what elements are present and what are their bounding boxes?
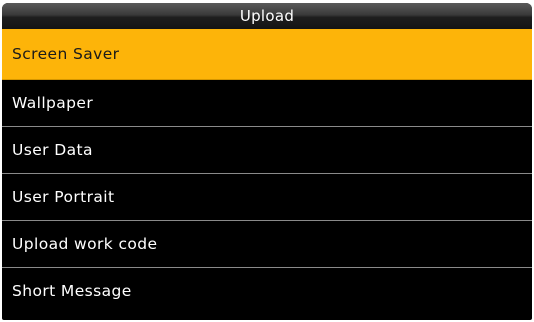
menu-item-user-data[interactable]: User Data — [2, 127, 532, 174]
upload-menu: Screen Saver Wallpaper User Data User Po… — [2, 29, 532, 315]
menu-item-upload-work-code[interactable]: Upload work code — [2, 221, 532, 268]
menu-item-wallpaper[interactable]: Wallpaper — [2, 80, 532, 127]
menu-item-short-message[interactable]: Short Message — [2, 268, 532, 315]
menu-item-screen-saver[interactable]: Screen Saver — [2, 29, 532, 80]
device-screen: Upload Screen Saver Wallpaper User Data … — [2, 3, 532, 320]
page-title: Upload — [2, 3, 532, 29]
menu-item-user-portrait[interactable]: User Portrait — [2, 174, 532, 221]
